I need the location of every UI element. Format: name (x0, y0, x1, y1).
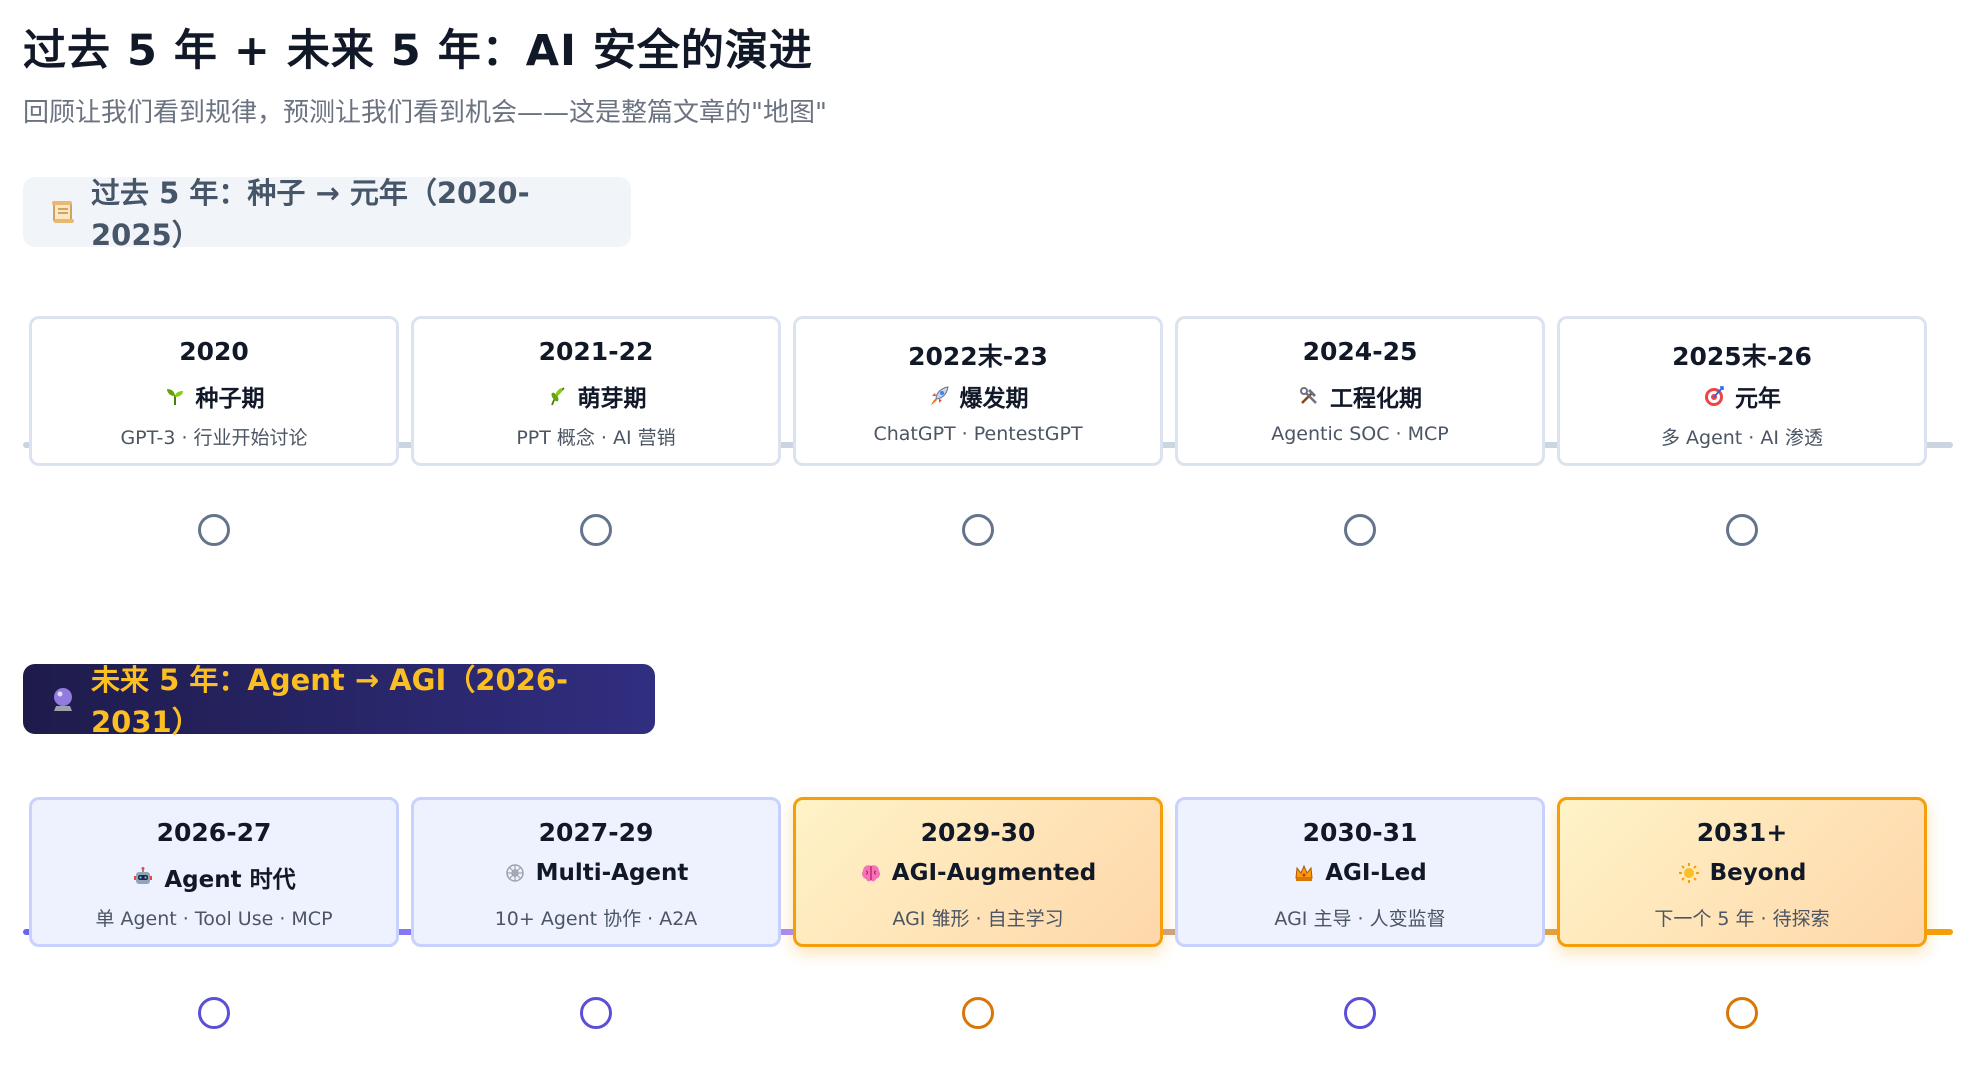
card-stage: AGI-Augmented (796, 860, 1160, 886)
page-title: 过去 5 年 + 未来 5 年：AI 安全的演进 (23, 26, 813, 76)
future-section-header: 未来 5 年：Agent → AGI（2026-2031） (23, 663, 655, 739)
timeline-card-2020: 2020 种子期 GPT-3 · 行业开始讨论 (29, 316, 399, 466)
timeline-card-2026-27: 2026-27 Agent 时代 单 Agent · Tool Use · MC… (29, 797, 399, 947)
card-stage: Beyond (1560, 860, 1924, 886)
card-year: 2024-25 (1302, 337, 1418, 366)
timeline-card-2021-22: 2021-22 萌芽期 PPT 概念 · AI 营销 (411, 316, 781, 466)
past-section-header: 过去 5 年：种子 → 元年（2020-2025） (23, 176, 631, 252)
brain-icon (860, 862, 882, 884)
card-stage: 元年 (1560, 379, 1924, 413)
past-section-title: 过去 5 年：种子 → 元年（2020-2025） (91, 176, 530, 252)
card-description: 下一个 5 年 · 待探索 (1654, 908, 1830, 930)
card-description: 多 Agent · AI 渗透 (1660, 427, 1824, 449)
card-description: 10+ Agent 协作 · A2A (494, 908, 698, 930)
timeline-dot (1726, 514, 1758, 546)
timeline-card-2025-26: 2025末-26 元年 多 Agent · AI 渗透 (1557, 316, 1927, 466)
network-icon (504, 862, 526, 884)
timeline-card-2027-29: 2027-29 Multi-Agent 10+ Agent 协作 · A2A (411, 797, 781, 947)
timeline-dot (1344, 997, 1376, 1029)
card-year: 2029-30 (920, 818, 1036, 847)
card-stage: 种子期 (32, 379, 396, 413)
timeline-dot (962, 997, 994, 1029)
future-section-title: 未来 5 年：Agent → AGI（2026-2031） (91, 663, 569, 739)
card-description: GPT-3 · 行业开始讨论 (120, 427, 308, 449)
card-description: AGI 主导 · 人变监督 (1274, 908, 1446, 930)
card-year: 2026-27 (156, 818, 272, 847)
timeline-dot (198, 997, 230, 1029)
timeline-dot (198, 514, 230, 546)
timeline-card-2029-30: 2029-30 AGI-Augmented AGI 雏形 · 自主学习 (793, 797, 1163, 947)
card-year: 2021-22 (538, 337, 654, 366)
card-description: 单 Agent · Tool Use · MCP (95, 908, 333, 930)
card-stage: Multi-Agent (414, 860, 778, 886)
timeline-dot (580, 997, 612, 1029)
card-description: PPT 概念 · AI 营销 (516, 427, 676, 449)
herb-icon (546, 385, 568, 407)
timeline-card-2022-23: 2022末-23 爆发期 ChatGPT · PentestGPT (793, 316, 1163, 466)
card-year: 2027-29 (538, 818, 654, 847)
crown-icon (1293, 862, 1315, 884)
seedling-icon (164, 385, 186, 407)
timeline-dot (1726, 997, 1758, 1029)
rocket-icon (928, 385, 950, 407)
timeline-card-2024-25: 2024-25 工程化期 Agentic SOC · MCP (1175, 316, 1545, 466)
timeline-card-2030-31: 2030-31 AGI-Led AGI 主导 · 人变监督 (1175, 797, 1545, 947)
timeline-dot (1344, 514, 1376, 546)
card-stage: 爆发期 (796, 379, 1160, 413)
card-year: 2030-31 (1302, 818, 1418, 847)
timeline-dot (962, 514, 994, 546)
card-year: 2020 (179, 337, 249, 366)
robot-icon (132, 866, 154, 888)
crystal-ball-icon (49, 685, 77, 713)
timeline-dot (580, 514, 612, 546)
card-year: 2022末-23 (908, 342, 1048, 371)
card-description: Agentic SOC · MCP (1271, 423, 1449, 445)
card-description: AGI 雏形 · 自主学习 (892, 908, 1064, 930)
sparkle-sun-icon (1678, 862, 1700, 884)
target-icon (1703, 385, 1725, 407)
card-stage: Agent 时代 (32, 860, 396, 894)
scroll-icon (49, 198, 77, 226)
page-subtitle: 回顾让我们看到规律，预测让我们看到机会——这是整篇文章的"地图" (23, 98, 827, 128)
card-year: 2031+ (1696, 818, 1788, 847)
card-description: ChatGPT · PentestGPT (873, 423, 1083, 445)
card-stage: 萌芽期 (414, 379, 778, 413)
card-stage: AGI-Led (1178, 860, 1542, 886)
card-stage: 工程化期 (1178, 379, 1542, 413)
timeline-card-2031-plus: 2031+ Beyond 下一个 5 年 · 待探索 (1557, 797, 1927, 947)
card-year: 2025末-26 (1672, 342, 1812, 371)
tools-icon (1298, 385, 1320, 407)
